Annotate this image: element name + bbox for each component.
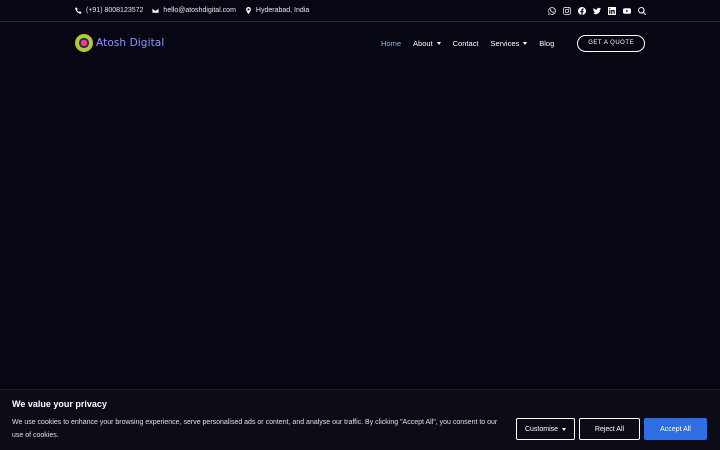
logo[interactable]: Atosh Digital — [75, 34, 164, 52]
email-link[interactable]: hello@atoshdigital.com — [152, 7, 236, 14]
map-pin-icon — [246, 7, 251, 14]
logo-text: Atosh Digital — [96, 37, 165, 49]
customise-button[interactable]: Customise — [516, 418, 575, 440]
social-links — [547, 6, 646, 15]
reject-all-button[interactable]: Reject All — [579, 418, 640, 440]
nav-label: About — [413, 38, 433, 48]
youtube-icon[interactable] — [622, 6, 631, 15]
instagram-icon[interactable] — [562, 6, 571, 15]
twitter-icon[interactable] — [592, 6, 601, 15]
top-bar: (+91) 8008123572 hello@atoshdigital.com … — [0, 0, 720, 22]
whatsapp-icon[interactable] — [547, 6, 556, 15]
email-text: hello@atoshdigital.com — [163, 7, 236, 14]
phone-link[interactable]: (+91) 8008123572 — [75, 7, 143, 14]
cookie-banner: We value your privacy We use cookies to … — [0, 389, 720, 450]
accept-all-button[interactable]: Accept All — [644, 418, 707, 440]
get-a-quote-button[interactable]: GET A QUOTE — [577, 34, 645, 52]
caret-down-icon — [436, 41, 441, 45]
nav-item-blog[interactable]: Blog — [539, 39, 554, 48]
phone-icon — [75, 7, 82, 14]
phone-text: (+91) 8008123572 — [86, 7, 144, 14]
contact-info: (+91) 8008123572 hello@atoshdigital.com … — [75, 7, 309, 14]
envelope-icon — [152, 8, 159, 13]
location-link[interactable]: Hyderabad, India — [245, 7, 309, 14]
main-nav: Home About Contact Services Blog GET A Q… — [369, 34, 645, 52]
cookie-text: We use cookies to enhance your browsing … — [12, 419, 498, 439]
customise-label: Customise — [524, 425, 559, 433]
nav-label: Blog — [539, 38, 555, 48]
search-icon[interactable] — [637, 6, 646, 15]
nav-label: Home — [381, 38, 402, 48]
nav-item-contact[interactable]: Contact — [453, 39, 479, 48]
facebook-icon[interactable] — [577, 6, 586, 15]
nav-item-home[interactable]: Home — [381, 39, 401, 48]
linkedin-icon[interactable] — [607, 6, 616, 15]
logo-icon — [75, 34, 93, 52]
location-text: Hyderabad, India — [255, 7, 310, 14]
nav-label: Services — [490, 38, 520, 48]
nav-item-services[interactable]: Services — [490, 38, 528, 48]
caret-down-icon — [562, 427, 567, 431]
page: (+91) 8008123572 hello@atoshdigital.com … — [0, 0, 720, 450]
cookie-actions: Customise Reject All Accept All — [516, 418, 707, 440]
site-header: Atosh Digital Home About Contact Service… — [0, 23, 720, 63]
cookie-title: We value your privacy — [12, 399, 107, 409]
nav-item-about[interactable]: About — [413, 39, 441, 48]
caret-down-icon — [523, 41, 528, 45]
nav-label: Contact — [452, 38, 479, 48]
